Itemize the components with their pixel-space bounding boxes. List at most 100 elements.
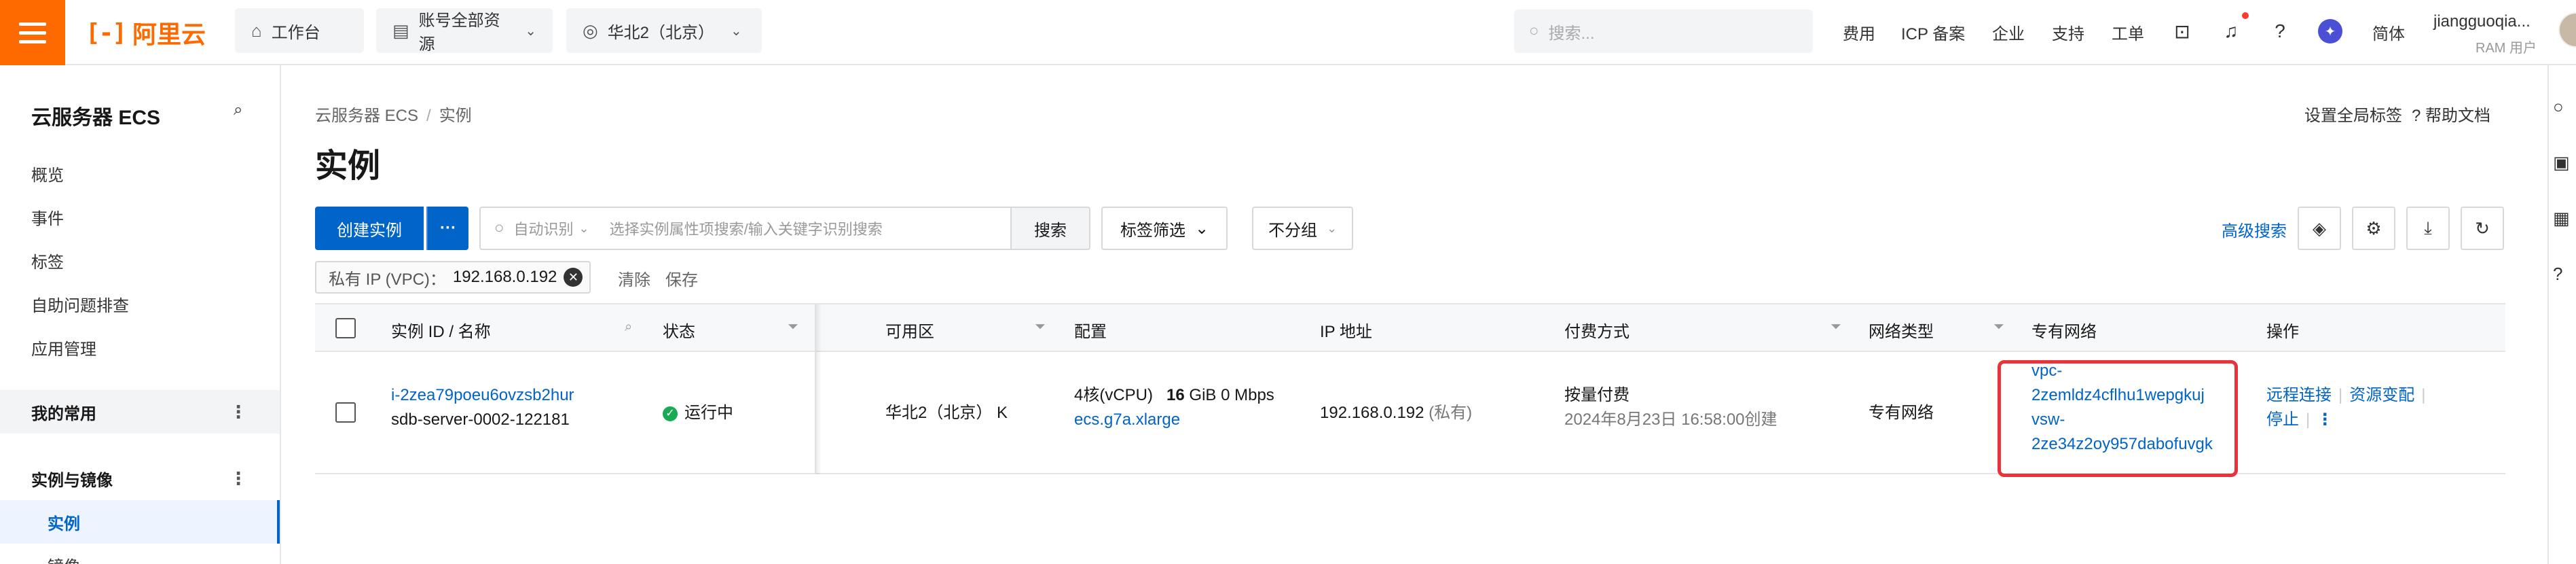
filter-icon[interactable]: ⏷ — [788, 319, 798, 335]
search-icon: ○ — [1529, 22, 1539, 40]
user-name[interactable]: jiangguoqia... — [2433, 12, 2531, 31]
search-placeholder: 选择实例属性项搜索/输入关键字识别搜索 — [609, 221, 883, 238]
search-button[interactable]: 搜索 — [1012, 207, 1090, 250]
sidebar-group-favorites[interactable]: 我的常用 ⋮ — [0, 390, 280, 434]
cloud-shell-icon[interactable]: ⊡ — [2170, 19, 2194, 43]
search-icon: ○ — [494, 219, 504, 237]
ops-divider: | — [2306, 410, 2311, 429]
resource-scope-label: 账号全部资源 — [418, 12, 500, 54]
sidebar-item-images[interactable]: 镜像 — [48, 553, 80, 564]
row-checkbox[interactable] — [335, 402, 356, 423]
notification-bell-icon[interactable]: ♫ — [2219, 19, 2243, 43]
assistant-icon[interactable]: ✦ — [2318, 19, 2342, 43]
group-select-label: 不分组 — [1268, 221, 1317, 240]
save-filter-link[interactable]: 保存 — [665, 266, 698, 290]
sidebar-item-instances[interactable]: 实例 — [0, 500, 280, 544]
close-icon[interactable]: ✕ — [564, 268, 583, 287]
workbench-button[interactable]: ⌂ 工作台 — [235, 8, 364, 53]
global-search-input[interactable]: ○ 搜索... — [1514, 10, 1813, 53]
advanced-search-link[interactable]: 高级搜索 — [2222, 217, 2287, 241]
filter-key: 私有 IP (VPC)： — [329, 270, 446, 289]
stop-link[interactable]: 停止 — [2266, 410, 2299, 429]
breadcrumb-ecs[interactable]: 云服务器 ECS — [315, 107, 418, 125]
workbench-label: 工作台 — [271, 23, 320, 42]
chevron-down-icon: ⌄ — [578, 221, 589, 235]
select-all-checkbox[interactable] — [335, 318, 356, 338]
sidebar-item-troubleshooting[interactable]: 自助问题排查 — [31, 292, 129, 316]
more-vertical-icon[interactable]: ⋮ — [2317, 410, 2333, 429]
column-header-network-type: 网络类型 — [1869, 323, 1934, 341]
frozen-column-divider — [815, 304, 822, 474]
breadcrumb-instances: 实例 — [439, 107, 472, 125]
region-label: 华北2（北京） — [607, 23, 715, 42]
instance-id-link[interactable]: i-2zea79poeu6ovzsb2hur — [391, 383, 574, 408]
nav-link-billing[interactable]: 费用 — [1843, 20, 1875, 44]
layers-icon[interactable]: ◈ — [2298, 207, 2341, 250]
download-icon[interactable]: ⤓ — [2406, 207, 2450, 250]
location-pin-icon: ◎ — [583, 20, 598, 41]
more-vertical-icon[interactable]: ⋮ — [229, 402, 247, 423]
search-icon[interactable]: ⌕ — [625, 319, 632, 335]
home-icon: ⌂ — [251, 20, 262, 41]
sidebar-item-events[interactable]: 事件 — [31, 205, 64, 229]
nav-link-ticket[interactable]: 工单 — [2112, 20, 2144, 44]
search-mode-select[interactable]: 自动识别 — [514, 217, 574, 239]
sidebar-item-overview[interactable]: 概览 — [31, 162, 64, 186]
notification-badge — [2242, 12, 2249, 19]
nav-link-enterprise[interactable]: 企业 — [1992, 20, 2025, 44]
calendar-icon[interactable]: ▦ — [2553, 208, 2570, 229]
instance-search-input[interactable]: ○ 自动识别 ⌄ 选择实例属性项搜索/输入关键字识别搜索 — [479, 207, 1012, 250]
filter-icon[interactable]: ⏷ — [1830, 319, 1841, 335]
filter-icon[interactable]: ⏷ — [1035, 319, 1046, 335]
avatar[interactable] — [2558, 12, 2576, 48]
global-search-placeholder: 搜索... — [1548, 24, 1595, 43]
top-navigation-bar: [-] 阿里云 ⌂ 工作台 ▤ 账号全部资源 ⌄ ◎ 华北2（北京） ⌄ ○ 搜… — [0, 0, 2576, 65]
more-vertical-icon[interactable]: ⋮ — [229, 468, 247, 489]
tag-filter-button[interactable]: 标签筛选 ⌄ — [1101, 207, 1228, 250]
billing-method: 按量付费 — [1564, 386, 1630, 404]
hamburger-menu-button[interactable] — [0, 0, 65, 65]
user-role: RAM 用户 — [2476, 41, 2537, 56]
aliyun-logo[interactable]: [-] 阿里云 — [86, 18, 206, 49]
global-tags-link[interactable]: 设置全局标签 — [2304, 102, 2402, 126]
status-badge: 运行中 — [684, 404, 733, 422]
more-actions-button[interactable]: ··· — [426, 207, 468, 250]
instance-type-link[interactable]: ecs.g7a.xlarge — [1074, 408, 1274, 432]
filter-icon[interactable]: ⏷ — [1993, 319, 2004, 335]
help-icon[interactable]: ? — [2553, 264, 2562, 285]
nav-link-support[interactable]: 支持 — [2052, 20, 2084, 44]
refresh-icon[interactable]: ↻ — [2461, 207, 2504, 250]
column-header-config: 配置 — [1074, 323, 1107, 341]
help-docs-label: 帮助文档 — [2425, 107, 2491, 125]
search-button-label: 搜索 — [1034, 221, 1067, 240]
resource-scope-select[interactable]: ▤ 账号全部资源 ⌄ — [376, 8, 553, 54]
search-icon[interactable]: ○ — [2553, 96, 2564, 118]
page-title: 实例 — [315, 148, 381, 184]
sidebar-group-instances-images[interactable]: 实例与镜像 ⋮ — [0, 457, 280, 500]
ip-type: (私有) — [1429, 404, 1473, 422]
resize-link[interactable]: 资源变配 — [2349, 386, 2414, 404]
help-icon[interactable]: ? — [2268, 19, 2292, 43]
region-select[interactable]: ◎ 华北2（北京） ⌄ — [566, 8, 762, 53]
chevron-down-icon: ⌄ — [1195, 219, 1209, 238]
create-instance-button[interactable]: 创建实例 — [315, 207, 424, 250]
sidebar-group-label: 实例与镜像 — [31, 471, 113, 490]
sidebar-item-app-management[interactable]: 应用管理 — [31, 336, 96, 359]
group-select[interactable]: 不分组 ⌄ — [1252, 207, 1354, 250]
search-icon[interactable]: ⌕ — [234, 101, 242, 120]
help-circle-icon: ? — [2412, 107, 2421, 125]
aliyun-logo-text: 阿里云 — [132, 20, 206, 48]
language-switch[interactable]: 简体 — [2372, 20, 2405, 44]
filter-value: 192.168.0.192 — [452, 268, 557, 286]
tag-filter-label: 标签筛选 — [1120, 221, 1185, 240]
resource-group-icon: ▤ — [392, 20, 409, 41]
help-docs-link[interactable]: ? 帮助文档 — [2412, 102, 2490, 126]
remote-connect-link[interactable]: 远程连接 — [2266, 386, 2332, 404]
private-ip: 192.168.0.192 — [1320, 404, 1424, 422]
chat-icon[interactable]: ▣ — [2553, 152, 2570, 173]
sidebar-item-tags[interactable]: 标签 — [31, 249, 64, 272]
settings-gear-icon[interactable]: ⚙ — [2352, 207, 2395, 250]
clear-filter-link[interactable]: 清除 — [618, 266, 650, 290]
more-actions-label: ··· — [440, 219, 456, 237]
nav-link-icp[interactable]: ICP 备案 — [1901, 20, 1965, 44]
